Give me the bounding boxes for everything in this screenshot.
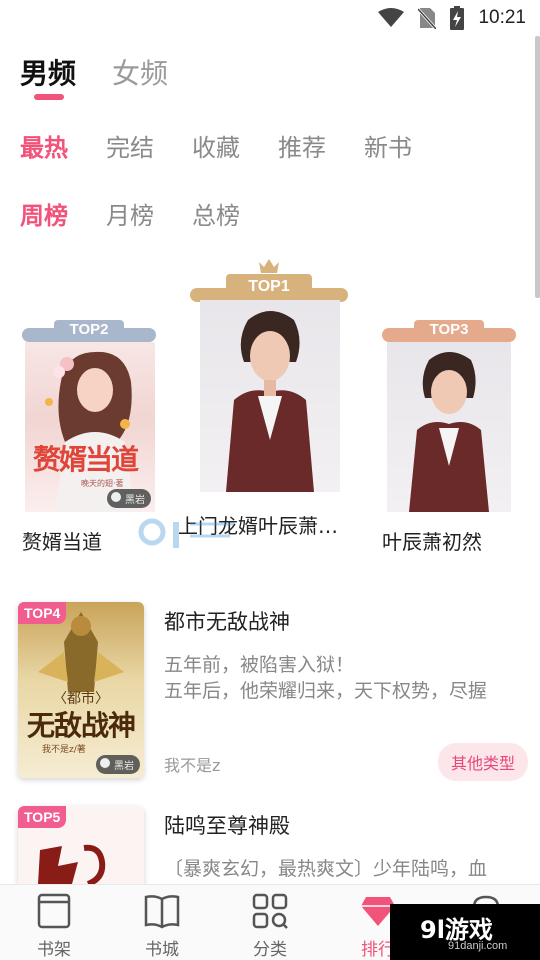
nav-category[interactable]: 分类 — [216, 885, 324, 960]
tab-hottest[interactable]: 最热 — [20, 128, 68, 163]
top4-cover-title: 无敌战神 — [26, 709, 136, 742]
nav-bookstore-label: 书城 — [145, 940, 179, 960]
nav-category-label: 分类 — [253, 940, 287, 960]
crown-icon — [259, 259, 279, 273]
wifi-icon — [378, 8, 405, 27]
top2-cover-author: 晚天的翅·著 — [81, 479, 124, 488]
tab-monthly[interactable]: 月榜 — [106, 196, 154, 231]
list-item[interactable]: TOP5 陆鸣至尊神殿 〔暴爽玄幻，最热爽文〕少年陆鸣，血 — [18, 806, 528, 886]
list-item[interactable]: 〈都市〉 无敌战神 我不是z/著 黑岩 TOP4 都市无敌战神 五年前，被陷害入… — [18, 602, 528, 782]
watermark-site: 91danji.com — [448, 940, 508, 952]
top5-title: 陆鸣至尊神殿 — [164, 814, 290, 838]
status-time: 10:21 — [478, 7, 526, 28]
top2-publisher-badge: 黑岩 — [107, 489, 151, 508]
top4-description: 五年前，被陷害入狱！ 五年后，他荣耀归来，天下权势，尽握 — [164, 652, 528, 704]
podium-top1[interactable]: TOP1 上门龙婿叶辰萧… — [178, 258, 348, 548]
status-bar: 10:21 — [0, 0, 540, 36]
top1-cover — [200, 300, 340, 492]
category-grid-icon — [252, 893, 288, 929]
tab-all-time[interactable]: 总榜 — [192, 196, 240, 231]
top2-cover-title: 赘婿当道 — [33, 443, 139, 476]
scrollbar[interactable] — [535, 36, 540, 298]
top3-rank-label: TOP3 — [429, 321, 469, 338]
tab-female[interactable]: 女频 — [112, 52, 168, 92]
top5-description: 〔暴爽玄幻，最热爽文〕少年陆鸣，血 — [164, 856, 528, 882]
top4-genre-tag[interactable]: 其他类型 — [437, 743, 528, 781]
top5-cover: TOP5 — [18, 806, 144, 886]
top4-cover: 〈都市〉 无敌战神 我不是z/著 黑岩 TOP4 — [18, 602, 144, 778]
top4-publisher-badge: 黑岩 — [96, 755, 140, 774]
tab-favorites[interactable]: 收藏 — [192, 128, 240, 163]
no-sim-icon — [418, 7, 437, 29]
top4-author: 我不是z — [164, 756, 221, 775]
top2-rank-label: TOP2 — [69, 321, 109, 338]
watermark-logo — [138, 514, 238, 554]
top4-rank-tag: TOP4 — [18, 602, 67, 624]
top5-rank-tag: TOP5 — [18, 806, 67, 828]
top3-cover — [387, 342, 511, 512]
watermark-corner: 9l游戏 91danji.com — [390, 904, 540, 960]
top3-title: 叶辰萧初然 — [382, 530, 482, 554]
top4-cover-author: 我不是z/著 — [42, 745, 86, 755]
top4-title: 都市无敌战神 — [164, 610, 290, 634]
top4-desc-line1: 五年前，被陷害入狱！ — [164, 654, 355, 676]
top4-desc-line2: 五年后，他荣耀归来，天下权势，尽握 — [164, 680, 488, 702]
podium-top3[interactable]: TOP3 叶辰萧初然 — [382, 320, 518, 560]
top2-cover: 赘婿当道 晚天的翅·著 黑岩 — [25, 342, 155, 512]
top1-cover-art — [226, 311, 314, 492]
gender-tabs: 男频 女频 — [20, 52, 168, 100]
top5-desc-line1: 〔暴爽玄幻，最热爽文〕少年陆鸣，血 — [164, 858, 488, 880]
nav-bookstore[interactable]: 书城 — [108, 885, 216, 960]
category-tabs: 最热 完结 收藏 推荐 新书 — [20, 128, 412, 163]
tab-recommended[interactable]: 推荐 — [278, 128, 326, 163]
tab-weekly[interactable]: 周榜 — [20, 196, 68, 231]
watermark-graphic — [138, 518, 234, 548]
bookshelf-icon — [37, 893, 71, 929]
period-tabs: 周榜 月榜 总榜 — [20, 196, 240, 231]
battery-charging-icon — [450, 6, 465, 30]
nav-bookshelf-label: 书架 — [37, 940, 71, 960]
tab-male[interactable]: 男频 — [20, 52, 76, 100]
tab-completed[interactable]: 完结 — [106, 128, 154, 163]
status-icons: 10:21 — [378, 6, 526, 30]
book-icon — [144, 895, 180, 929]
tab-new-books[interactable]: 新书 — [364, 128, 412, 163]
nav-bookshelf[interactable]: 书架 — [0, 885, 108, 960]
top3-cover-art — [409, 352, 489, 512]
top1-rank-label: TOP1 — [248, 278, 290, 295]
